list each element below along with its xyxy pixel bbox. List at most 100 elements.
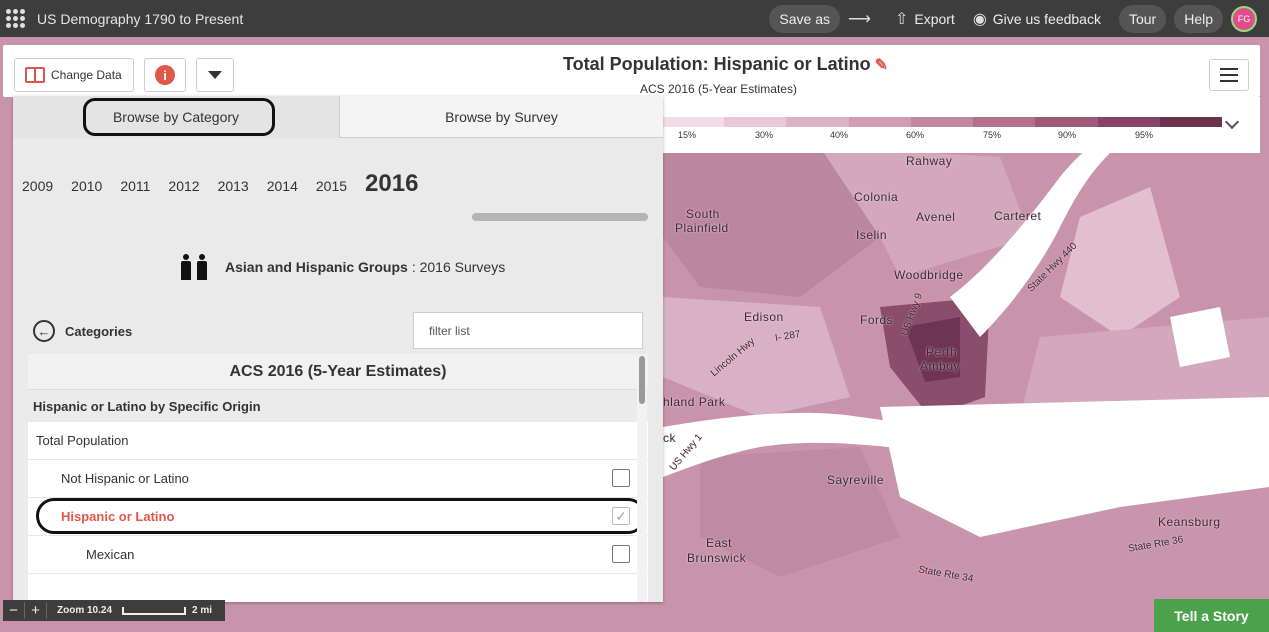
scale-label: 2 mi bbox=[192, 605, 213, 616]
legend-swatch bbox=[1159, 117, 1222, 127]
tour-button[interactable]: Tour bbox=[1118, 4, 1167, 33]
year-item[interactable]: 2015 bbox=[316, 178, 347, 194]
list-header: ACS 2016 (5-Year Estimates) bbox=[28, 354, 648, 390]
map-subtitle: ACS 2016 (5-Year Estimates) bbox=[640, 82, 797, 96]
legend-label: 40% bbox=[830, 130, 849, 140]
feedback-button[interactable]: ◉ Give us feedback bbox=[973, 9, 1101, 29]
filter-input[interactable]: filter list bbox=[413, 312, 643, 349]
book-icon bbox=[25, 67, 45, 83]
list-item-label: Not Hispanic or Latino bbox=[61, 471, 189, 486]
chevron-down-icon[interactable] bbox=[1224, 114, 1240, 130]
info-button[interactable]: i bbox=[144, 58, 186, 92]
legend-label: 95% bbox=[1135, 130, 1154, 140]
map-place-label: Perth bbox=[926, 345, 958, 359]
info-icon: i bbox=[155, 65, 175, 85]
people-icon bbox=[181, 254, 207, 280]
browse-tabs: Browse by Category Browse by Survey bbox=[13, 96, 663, 138]
highlight-ring bbox=[83, 98, 275, 136]
scale-bar bbox=[122, 606, 187, 615]
legend-label: 75% bbox=[983, 130, 1002, 140]
change-data-button[interactable]: Change Data bbox=[14, 58, 134, 92]
export-button[interactable]: ⇧ Export bbox=[895, 9, 955, 29]
variable-list: ACS 2016 (5-Year Estimates) Hispanic or … bbox=[28, 354, 648, 602]
checkbox[interactable] bbox=[612, 545, 630, 563]
year-item[interactable]: 2014 bbox=[267, 178, 298, 194]
year-item[interactable]: 2011 bbox=[120, 178, 150, 194]
map-place-label: Fords bbox=[860, 313, 894, 327]
map-place-label: Colonia bbox=[854, 190, 899, 204]
map-place-label: Iselin bbox=[856, 228, 888, 242]
list-item-selected[interactable]: Hispanic or Latino ✓ bbox=[28, 498, 648, 536]
map-place-label: Amboy bbox=[920, 359, 960, 373]
group-heading: Asian and Hispanic Groups : 2016 Surveys bbox=[181, 254, 505, 280]
map-place-label: Carteret bbox=[994, 209, 1042, 223]
categories-label: Categories bbox=[65, 323, 133, 339]
map-place-label: Woodbridge bbox=[894, 268, 964, 282]
save-as-button[interactable]: Save as bbox=[769, 4, 841, 33]
legend-swatch bbox=[910, 117, 974, 127]
pencil-icon[interactable]: ✎ bbox=[875, 55, 888, 75]
tell-a-story-button[interactable]: Tell a Story bbox=[1154, 599, 1269, 632]
list-subheader: Hispanic or Latino by Specific Origin bbox=[28, 390, 648, 422]
speech-bubble-icon: ◉ bbox=[972, 10, 987, 28]
year-item[interactable]: 2013 bbox=[218, 178, 249, 194]
legend-label: 60% bbox=[906, 130, 925, 140]
highlight-ring bbox=[36, 498, 646, 534]
map-place-label: Avenel bbox=[916, 210, 956, 224]
share-button[interactable]: ⟶ bbox=[848, 9, 877, 29]
list-item[interactable]: Not Hispanic or Latino bbox=[28, 460, 648, 498]
map-title-text: Total Population: Hispanic or Latino bbox=[563, 54, 871, 74]
zoom-controls: − + Zoom 10.24 2 mi bbox=[3, 600, 225, 621]
legend-color-bar bbox=[662, 117, 1222, 127]
year-item[interactable]: 2012 bbox=[168, 178, 199, 194]
legend-swatch bbox=[724, 117, 787, 127]
group-name: Asian and Hispanic Groups bbox=[225, 259, 408, 275]
arrow-left-icon: ← bbox=[33, 320, 55, 342]
tab-browse-by-survey[interactable]: Browse by Survey bbox=[339, 96, 663, 138]
legend-label: 30% bbox=[755, 130, 774, 140]
year-selector: 2009 2010 2011 2012 2013 2014 2015 2016 bbox=[22, 170, 436, 200]
checkbox[interactable] bbox=[612, 469, 630, 487]
legend-swatch bbox=[848, 117, 911, 127]
list-item-label: Total Population bbox=[36, 433, 129, 448]
hamburger-menu-button[interactable] bbox=[1209, 59, 1249, 91]
help-button[interactable]: Help bbox=[1174, 4, 1223, 33]
caret-down-icon bbox=[208, 71, 222, 79]
group-suffix: : 2016 Surveys bbox=[411, 259, 506, 275]
tab-survey-label: Browse by Survey bbox=[445, 108, 558, 125]
list-scrollbar[interactable] bbox=[637, 354, 647, 602]
export-label: Export bbox=[914, 10, 955, 27]
list-item[interactable]: Total Population bbox=[28, 422, 648, 460]
map-legend: 15% 30% 40% 60% 75% 90% 95% bbox=[662, 97, 1260, 153]
list-item[interactable]: Mexican bbox=[28, 536, 648, 574]
map-place-label: East bbox=[706, 536, 733, 550]
avatar[interactable]: FG bbox=[1231, 5, 1257, 32]
list-item-label: Mexican bbox=[86, 547, 135, 562]
map-title[interactable]: Total Population: Hispanic or Latino ✎ bbox=[563, 54, 888, 75]
map-place-label: Plainfield bbox=[675, 221, 729, 235]
zoom-out-button[interactable]: − bbox=[3, 602, 25, 619]
categories-back-button[interactable]: ← Categories bbox=[33, 320, 132, 342]
year-item-selected[interactable]: 2016 bbox=[365, 170, 418, 198]
apps-grid-icon[interactable] bbox=[6, 8, 26, 29]
map-place-label: Brunswick bbox=[687, 551, 747, 565]
zoom-in-button[interactable]: + bbox=[25, 602, 47, 619]
app-title: US Demography 1790 to Present bbox=[37, 10, 244, 27]
dropdown-button[interactable] bbox=[196, 58, 234, 92]
map-place-label: Keansburg bbox=[1158, 515, 1221, 529]
year-scrollbar[interactable] bbox=[472, 213, 648, 221]
map-place-label: ck bbox=[663, 431, 676, 445]
map-place-label: hland Park bbox=[663, 395, 726, 409]
year-item[interactable]: 2009 bbox=[22, 178, 53, 194]
legend-swatch bbox=[786, 117, 849, 127]
map-place-label: Sayreville bbox=[827, 473, 885, 487]
change-data-panel: Browse by Category Browse by Survey 2009… bbox=[13, 96, 663, 602]
year-item[interactable]: 2010 bbox=[71, 178, 102, 194]
legend-swatch bbox=[1097, 117, 1160, 127]
upload-icon: ⇧ bbox=[894, 10, 909, 28]
feedback-label: Give us feedback bbox=[992, 10, 1101, 27]
share-icon: ⟶ bbox=[848, 10, 871, 28]
legend-label: 15% bbox=[678, 130, 697, 140]
top-app-bar: US Demography 1790 to Present Save as ⟶ … bbox=[0, 0, 1269, 37]
legend-label: 90% bbox=[1058, 130, 1077, 140]
